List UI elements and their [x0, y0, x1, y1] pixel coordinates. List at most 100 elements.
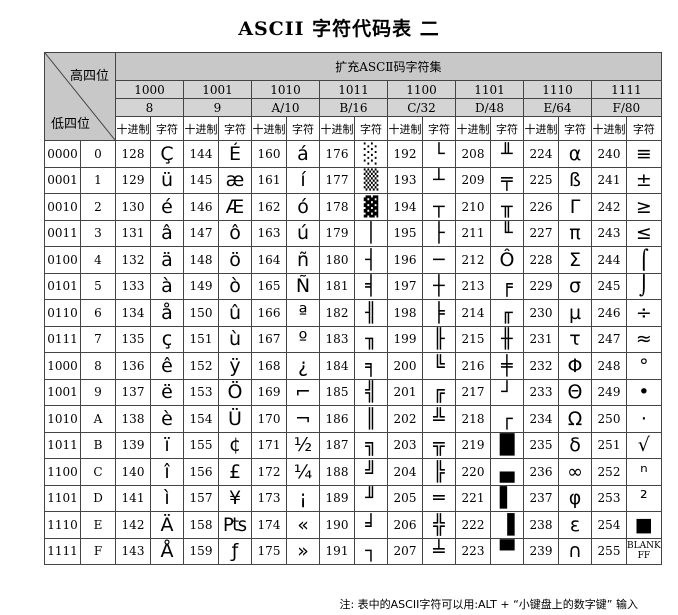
character-glyph: ó [286, 193, 320, 221]
character-glyph: ü [150, 166, 184, 194]
decimal-code: 190 [319, 511, 355, 539]
decimal-code: 253 [591, 484, 627, 512]
ascii-extended-table: 高四位 低四位 扩充ASCⅡ码字符集 1000 1001 1010 1011 1100 1101… [44, 52, 662, 565]
row-hex-label: 0 [80, 140, 116, 168]
decimal-code: 236 [523, 458, 559, 486]
character-glyph: ∩ [558, 537, 592, 565]
decimal-code: 228 [523, 246, 559, 274]
character-glyph: ╓ [490, 299, 524, 327]
decimal-code: 183 [319, 325, 355, 353]
character-glyph: • [626, 378, 662, 406]
decimal-code: 158 [183, 511, 219, 539]
decimal-code: 200 [387, 352, 423, 380]
column-hex-header: A/10 [251, 98, 320, 117]
decimal-code: 130 [115, 193, 151, 221]
character-glyph: ─ [422, 246, 456, 274]
character-glyph: ≈ [626, 325, 662, 353]
decimal-code: 162 [251, 193, 287, 221]
character-glyph: Ä [150, 511, 184, 539]
decimal-code: 149 [183, 272, 219, 300]
character-glyph: á [286, 140, 320, 168]
character-glyph: É [218, 140, 252, 168]
decimal-code: 225 [523, 166, 559, 194]
decimal-code: 213 [455, 272, 491, 300]
decimal-code: 223 [455, 537, 491, 565]
character-glyph: ï [150, 431, 184, 459]
decimal-code: 184 [319, 352, 355, 380]
footnote: 注: 表中的ASCII字符可以用:ALT + “小键盘上的数字键” 输入 [339, 598, 638, 611]
character-glyph: ß [558, 166, 592, 194]
character-glyph: ╒ [490, 272, 524, 300]
char-subheader: 字符 [286, 116, 320, 141]
ff-label: FF [637, 551, 651, 562]
character-glyph: ╔ [422, 378, 456, 406]
character-glyph: ± [626, 166, 662, 194]
decimal-code: 194 [387, 193, 423, 221]
table-row: 0100 4 132 ä 148 ö 164 ñ 180 ┤ 196 ─ 212 Ô 228 Σ 244 ⌠ [44, 246, 662, 274]
decimal-code: 129 [115, 166, 151, 194]
decimal-code: 241 [591, 166, 627, 194]
row-binary-label: 1110 [44, 511, 81, 539]
character-glyph: ¢ [218, 431, 252, 459]
decimal-code: 205 [387, 484, 423, 512]
decimal-code: 154 [183, 405, 219, 433]
row-binary-label: 0010 [44, 193, 81, 221]
column-hex-header: 8 [115, 98, 184, 117]
decimal-code: 252 [591, 458, 627, 486]
character-glyph: ú [286, 219, 320, 247]
character-glyph: ¡ [286, 484, 320, 512]
decimal-code: 245 [591, 272, 627, 300]
character-glyph: ¥ [218, 484, 252, 512]
column-hex-header: 9 [183, 98, 252, 117]
decimal-code: 172 [251, 458, 287, 486]
decimal-code: 133 [115, 272, 151, 300]
character-glyph: δ [558, 431, 592, 459]
table-row: 0011 3 131 â 147 ô 163 ú 179 │ 195 ├ 211 ╙ 227 π 243 ≤ [44, 219, 662, 247]
decimal-code: 188 [319, 458, 355, 486]
row-hex-label: 2 [80, 193, 116, 221]
decimal-code: 240 [591, 140, 627, 168]
character-glyph: τ [558, 325, 592, 353]
character-glyph: ê [150, 352, 184, 380]
decimal-code: 176 [319, 140, 355, 168]
decimal-code: 171 [251, 431, 287, 459]
char-subheader: 字符 [558, 116, 592, 141]
character-glyph: ║ [354, 405, 388, 433]
decimal-code: 159 [183, 537, 219, 565]
decimal-code: 187 [319, 431, 355, 459]
character-glyph: Ö [218, 378, 252, 406]
decimal-code: 141 [115, 484, 151, 512]
char-subheader: 字符 [490, 116, 524, 141]
character-glyph: ⌐ [286, 378, 320, 406]
row-hex-label: 5 [80, 272, 116, 300]
decimal-subheader: 十进制 [523, 116, 559, 141]
row-binary-label: 0000 [44, 140, 81, 168]
table-row: 1110 E 142 Ä 158 ₧ 174 «190 ╛ 206 ╬ 222 ▐ 238 ε 254 ■ [44, 511, 662, 539]
character-glyph: ≥ [626, 193, 662, 221]
decimal-code: 192 [387, 140, 423, 168]
table-row: 0111 7 135 ç 151 ù 167 º 183 ╖ 199 ╟ 215 ╫ 231 τ 247 ≈ [44, 325, 662, 353]
character-glyph: ╢ [354, 299, 388, 327]
character-glyph: ╩ [422, 405, 456, 433]
row-hex-label: E [80, 511, 116, 539]
decimal-code: 219 [455, 431, 491, 459]
character-glyph: ⌠ [626, 246, 662, 274]
row-binary-label: 1001 [44, 378, 81, 406]
decimal-code: 199 [387, 325, 423, 353]
character-glyph: ò [218, 272, 252, 300]
row-binary-label: 1011 [44, 431, 81, 459]
decimal-code: 224 [523, 140, 559, 168]
character-glyph: ≡ [626, 140, 662, 168]
column-hex-header: D/48 [455, 98, 524, 117]
decimal-code: 179 [319, 219, 355, 247]
character-glyph: ƒ [218, 537, 252, 565]
character-glyph: Å [150, 537, 184, 565]
decimal-code: 212 [455, 246, 491, 274]
decimal-code: 186 [319, 405, 355, 433]
character-glyph: ¼ [286, 458, 320, 486]
character-glyph: ╡ [354, 272, 388, 300]
character-glyph: à [150, 272, 184, 300]
character-glyph: â [150, 219, 184, 247]
decimal-code: 191 [319, 537, 355, 565]
decimal-code: 132 [115, 246, 151, 274]
